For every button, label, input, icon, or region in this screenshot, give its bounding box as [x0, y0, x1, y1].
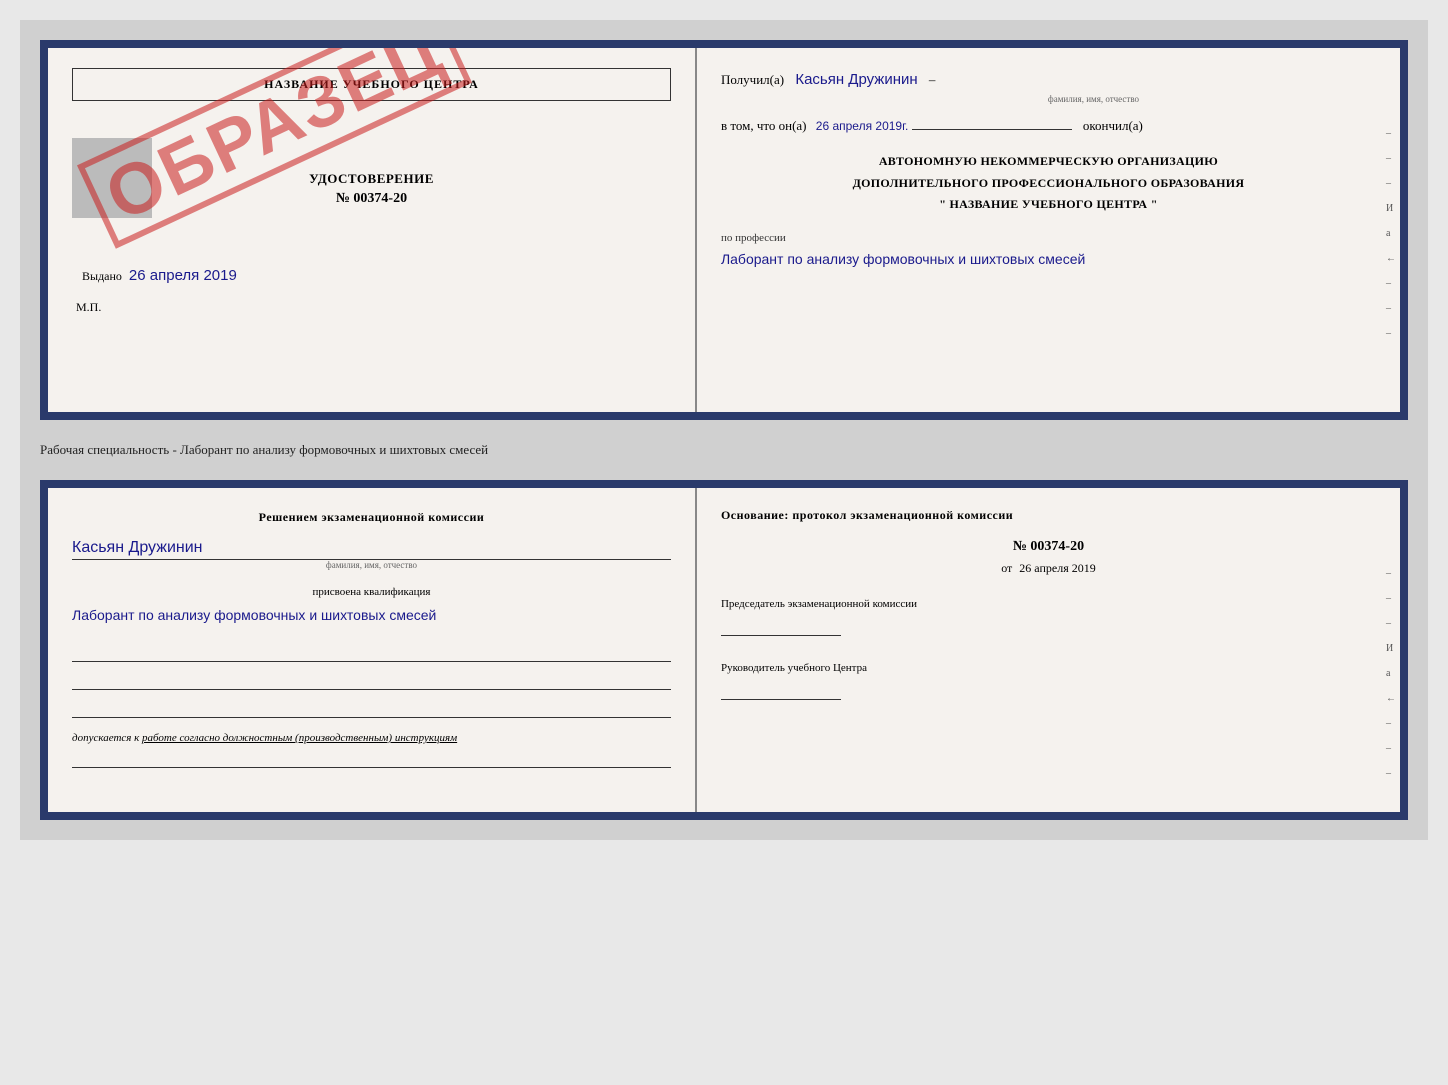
cert-title-text: НАЗВАНИЕ УЧЕБНОГО ЦЕНТРА: [264, 77, 479, 91]
bottom-name-value: Касьян Дружинин: [72, 539, 202, 556]
blank-line-bottom-left: [72, 750, 671, 768]
bottom-doc-right: Основание: протокол экзаменационной коми…: [697, 488, 1400, 812]
page-wrapper: НАЗВАНИЕ УЧЕБНОГО ЦЕНТРА УДОСТОВЕРЕНИЕ №…: [20, 20, 1428, 840]
predsed-block: Председатель экзаменационной комиссии: [721, 596, 1376, 642]
vtom-date: 26 апреля 2019г.: [816, 119, 909, 133]
ot-date: 26 апреля 2019: [1019, 561, 1095, 575]
poluchil-label: Получил(a): [721, 72, 784, 87]
anko-line1: АВТОНОМНУЮ НЕКОММЕРЧЕСКУЮ ОРГАНИЗАЦИЮ: [721, 151, 1376, 173]
predsed-sign-line: [721, 620, 841, 636]
vydano-line: Выдано 26 апреля 2019: [72, 267, 671, 284]
protocol-num: № 00374-20: [721, 539, 1376, 555]
blank-line-2: [72, 672, 671, 690]
kvalif-value: Лаборант по анализу формовочных и шихтов…: [72, 604, 671, 628]
rukv-block: Руководитель учебного Центра: [721, 660, 1376, 706]
rukv-label: Руководитель учебного Центра: [721, 660, 1376, 678]
bottom-name-field: Касьян Дружинин: [72, 539, 671, 560]
udostoverenie-label: УДОСТОВЕРЕНИЕ: [72, 171, 671, 187]
osnov-title: Основание: протокол экзаменационной коми…: [721, 508, 1376, 523]
mp-label: М.П.: [72, 300, 671, 315]
cert-number: № 00374-20: [72, 191, 671, 207]
prof-value: Лаборант по анализу формовочных и шихтов…: [721, 248, 1376, 272]
side-marks-bottom: – – – И а ← – – –: [1386, 568, 1396, 779]
top-document-card: НАЗВАНИЕ УЧЕБНОГО ЦЕНТРА УДОСТОВЕРЕНИЕ №…: [40, 40, 1408, 420]
vtom-label: в том, что он(а): [721, 118, 807, 133]
dopusk-value: работе согласно должностным (производств…: [142, 732, 457, 744]
bottom-doc-left: Решением экзаменационной комиссии Касьян…: [48, 488, 697, 812]
vydano-date: 26 апреля 2019: [129, 267, 237, 284]
bottom-fio-small: фамилия, имя, отчество: [72, 560, 671, 570]
prisvoena-label: присвоена квалификация: [72, 586, 671, 598]
side-marks-top: – – – И а ← – – –: [1386, 128, 1396, 339]
blank-lines-left: [72, 644, 671, 718]
cert-gray-photo-box: [72, 138, 152, 218]
vydano-label: Выдано: [82, 269, 122, 283]
rukv-sign-line: [721, 684, 841, 700]
vtom-line: в том, что он(а) 26 апреля 2019г. окончи…: [721, 116, 1376, 137]
predsed-label: Председатель экзаменационной комиссии: [721, 596, 1376, 614]
vtom-underline: [912, 129, 1072, 130]
prof-label: по профессии: [721, 232, 1376, 244]
ot-label: от: [1001, 561, 1012, 575]
poluchil-line: Получил(a) Касьян Дружинин – фамилия, им…: [721, 68, 1376, 106]
specialty-line: Рабочая специальность - Лаборант по анал…: [40, 438, 1408, 462]
top-doc-left: НАЗВАНИЕ УЧЕБНОГО ЦЕНТРА УДОСТОВЕРЕНИЕ №…: [48, 48, 697, 412]
anko-line3: " НАЗВАНИЕ УЧЕБНОГО ЦЕНТРА ": [721, 194, 1376, 216]
anko-block: АВТОНОМНУЮ НЕКОММЕРЧЕСКУЮ ОРГАНИЗАЦИЮ ДО…: [721, 151, 1376, 216]
komissia-title: Решением экзаменационной комиссии: [72, 508, 671, 527]
protocol-date: от 26 апреля 2019: [721, 561, 1376, 576]
dopusk-block: допускается к работе согласно должностны…: [72, 732, 671, 744]
poluchil-name: Касьян Дружинин: [795, 71, 917, 88]
anko-line2: ДОПОЛНИТЕЛЬНОГО ПРОФЕССИОНАЛЬНОГО ОБРАЗО…: [721, 173, 1376, 195]
blank-line-3: [72, 700, 671, 718]
top-doc-right: Получил(a) Касьян Дружинин – фамилия, им…: [697, 48, 1400, 412]
bottom-document-card: Решением экзаменационной комиссии Касьян…: [40, 480, 1408, 820]
cert-title-box: НАЗВАНИЕ УЧЕБНОГО ЦЕНТРА: [72, 68, 671, 101]
fio-small-top: фамилия, имя, отчество: [811, 92, 1376, 106]
okonchil-label: окончил(а): [1083, 118, 1143, 133]
dopusk-label: допускается к: [72, 732, 139, 744]
prof-block: по профессии Лаборант по анализу формово…: [721, 232, 1376, 272]
kvalif-block: присвоена квалификация Лаборант по анали…: [72, 586, 671, 628]
blank-line-1: [72, 644, 671, 662]
